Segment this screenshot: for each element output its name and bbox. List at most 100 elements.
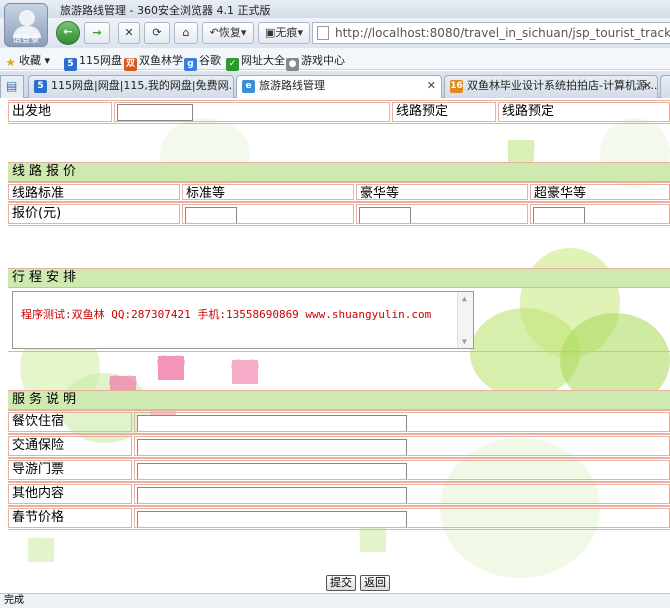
- tab-label: 双鱼林毕业设计系统拍拍店-计算机源...: [467, 79, 658, 92]
- service-label-other: 其他内容: [8, 484, 132, 504]
- tab-close-icon[interactable]: ✕: [427, 76, 436, 96]
- heart-decoration: [158, 356, 184, 380]
- service-row-other: 其他内容: [8, 482, 670, 506]
- transport-input[interactable]: [137, 439, 407, 455]
- back-arrow-icon: ←: [63, 25, 73, 38]
- scroll-up-icon[interactable]: ▲: [462, 294, 467, 303]
- tab-115[interactable]: 5 115网盘|网盘|115,我的网盘|免费网...: [28, 75, 234, 98]
- favorite-label: 游戏中心: [301, 54, 345, 67]
- tab-label: 115网盘|网盘|115,我的网盘|免费网...: [51, 79, 234, 92]
- festival-price-input[interactable]: [137, 511, 407, 527]
- address-text: http://localhost:8080/travel_in_sichuan/…: [335, 26, 670, 40]
- service-cell-transport: [134, 436, 670, 456]
- departure-label: 出发地: [8, 102, 112, 122]
- favorite-label: 115网盘: [79, 54, 122, 67]
- catering-input[interactable]: [137, 415, 407, 431]
- favorite-item-games[interactable]: ● 游戏中心: [286, 52, 345, 71]
- price-standard-cell: [182, 204, 354, 224]
- 115-icon: 5: [34, 80, 47, 93]
- price-super-input[interactable]: [533, 207, 585, 223]
- restore-button[interactable]: ↶恢复▾: [202, 22, 254, 44]
- window-title-bar: 旅游路线管理 - 360安全浏览器 4.1 正式版: [0, 0, 670, 18]
- itinerary-textarea[interactable]: 程序测试:双鱼林 QQ:287307421 手机:13558690869 www…: [12, 291, 474, 349]
- price-standard-label: 线路标准: [8, 184, 180, 200]
- favorite-item-shuangyulin[interactable]: 双双鱼林学: [124, 52, 183, 71]
- favorite-label: 网址大全: [241, 54, 285, 67]
- forward-arrow-icon: →: [92, 26, 102, 39]
- forward-button[interactable]: →: [84, 22, 110, 44]
- service-row-festival: 春节价格: [8, 506, 670, 530]
- 115-icon: 5: [64, 58, 77, 71]
- scroll-down-icon[interactable]: ▼: [462, 337, 467, 346]
- stop-button[interactable]: ✕: [118, 22, 140, 44]
- globe-icon: ✓: [226, 58, 239, 71]
- heart-decoration: [508, 140, 534, 164]
- incognito-icon: ▣: [265, 26, 276, 39]
- favorite-label: 谷歌: [199, 54, 221, 67]
- departure-row: 出发地 线路预定 线路预定: [8, 100, 670, 124]
- favorites-bar: ★ 收藏 ▾ 5 115网盘 双双鱼林学 g 谷歌 ✓ 网址大全 ● 游戏中心: [0, 48, 670, 71]
- service-cell-catering: [134, 412, 670, 432]
- favorite-label: 双鱼林学: [139, 54, 183, 67]
- itinerary-scrollbar[interactable]: ▲ ▼: [457, 292, 473, 348]
- service-row-catering: 餐饮住宿: [8, 410, 670, 434]
- service-label-catering: 餐饮住宿: [8, 412, 132, 432]
- favorite-item-google[interactable]: g 谷歌: [184, 52, 221, 71]
- user-avatar[interactable]: 请登录: [4, 3, 48, 47]
- home-button[interactable]: ⌂: [174, 22, 198, 44]
- google-icon: g: [184, 58, 197, 71]
- price-col-standard: 标准等: [182, 184, 354, 200]
- service-label-festival: 春节价格: [8, 508, 132, 528]
- shop-icon: 16: [450, 80, 463, 93]
- tab-list-icon: ▤: [6, 79, 18, 93]
- chevron-down-icon: ▾: [240, 26, 247, 39]
- tab-list-button[interactable]: ▤: [0, 75, 24, 98]
- status-text: 完成: [4, 595, 24, 606]
- tab-shuangyulin-shop[interactable]: 16 双鱼林毕业设计系统拍拍店-计算机源... ✕: [444, 75, 658, 98]
- tab-route-management[interactable]: e 旅游路线管理 ✕: [236, 75, 442, 99]
- service-label-transport: 交通保险: [8, 436, 132, 456]
- service-row-transport: 交通保险: [8, 434, 670, 458]
- other-input[interactable]: [137, 487, 407, 503]
- favorite-item-hao[interactable]: ✓ 网址大全: [226, 52, 285, 71]
- service-label-guide: 导游门票: [8, 460, 132, 480]
- fish-icon: 双: [124, 58, 137, 71]
- price-deluxe-input[interactable]: [359, 207, 411, 223]
- itinerary-text: 程序测试:双鱼林 QQ:287307421 手机:13558690869 www…: [21, 308, 432, 321]
- ie-page-icon: e: [242, 80, 255, 93]
- tab-overflow[interactable]: [660, 75, 670, 98]
- favorite-item-115[interactable]: 5 115网盘: [64, 52, 122, 71]
- refresh-icon: ⟳: [152, 26, 162, 39]
- traceless-label: 无痕: [275, 26, 298, 39]
- heart-decoration: [232, 360, 258, 384]
- price-deluxe-cell: [356, 204, 528, 224]
- price-super-cell: [530, 204, 670, 224]
- service-cell-other: [134, 484, 670, 504]
- submit-button[interactable]: 提交: [326, 575, 356, 591]
- home-icon: ⌂: [182, 26, 190, 39]
- price-section-header: 线路报价: [8, 162, 670, 182]
- price-standard-input[interactable]: [185, 207, 237, 223]
- status-bar: 完成: [0, 593, 670, 608]
- departure-input-cell: [114, 102, 390, 122]
- service-row-guide: 导游门票: [8, 458, 670, 482]
- back-form-button[interactable]: 返回: [360, 575, 390, 591]
- tab-close-icon[interactable]: ✕: [643, 76, 652, 96]
- close-icon: ✕: [124, 26, 134, 39]
- refresh-button[interactable]: ⟳: [144, 22, 170, 44]
- favorites-collect-button[interactable]: ★ 收藏 ▾: [4, 52, 50, 69]
- gamepad-icon: ●: [286, 58, 299, 71]
- price-unit-label: 报价(元): [8, 204, 180, 224]
- price-col-super: 超豪华等: [530, 184, 670, 200]
- guide-input[interactable]: [137, 463, 407, 479]
- traceless-button[interactable]: ▣无痕▾: [258, 22, 310, 44]
- avatar-login-label[interactable]: 请登录: [5, 32, 47, 45]
- navigation-toolbar: ← → ✕ ⟳ ⌂ ↶恢复▾ ▣无痕▾ http://localhost:808…: [0, 18, 670, 48]
- page-icon: [317, 26, 329, 40]
- departure-input[interactable]: [117, 104, 193, 121]
- page-content: 出发地 线路预定 线路预定 线路报价 线路标准 标准等 豪华等 超豪华等 报价(…: [0, 98, 670, 593]
- address-bar[interactable]: http://localhost:8080/travel_in_sichuan/…: [312, 22, 670, 44]
- back-button[interactable]: ←: [56, 21, 80, 45]
- favorites-collect-label: 收藏: [19, 54, 41, 67]
- booking-label-1: 线路预定: [392, 102, 496, 122]
